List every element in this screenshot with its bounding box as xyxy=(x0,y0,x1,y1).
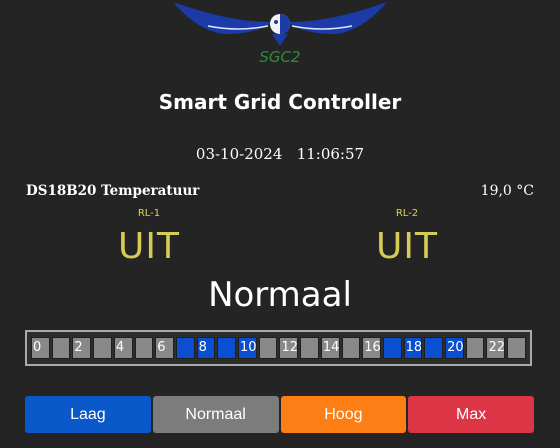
hour-slot[interactable] xyxy=(424,337,444,359)
hour-slot[interactable] xyxy=(134,337,154,359)
temperature-label: DS18B20 Temperatuur xyxy=(26,183,200,199)
hour-slot[interactable]: 6 xyxy=(155,337,174,359)
hoog-button[interactable]: Hoog xyxy=(280,396,407,433)
hour-slot[interactable] xyxy=(217,337,237,359)
relay-1-state: UIT xyxy=(118,226,180,267)
hour-slot[interactable] xyxy=(507,337,526,359)
hour-schedule-bar: 0 2 4 6 8 10 12 14 16 18 20 22 xyxy=(25,330,532,366)
temperature-value: 19,0 °C xyxy=(480,183,534,199)
hour-slot[interactable]: 20 xyxy=(445,337,464,359)
hour-slot[interactable]: 12 xyxy=(279,337,299,359)
relay-2-label: RL-2 xyxy=(395,208,419,219)
hour-slot[interactable] xyxy=(382,337,402,359)
hour-slot[interactable]: 10 xyxy=(238,337,257,359)
hour-slot[interactable] xyxy=(51,337,71,359)
eagle-logo-icon xyxy=(173,2,387,46)
time-text: 11:06:57 xyxy=(296,145,365,163)
page: SGC2 Smart Grid Controller 03-10-2024 11… xyxy=(0,0,560,448)
relay-1-label: RL-1 xyxy=(137,208,161,219)
hour-slot[interactable]: 0 xyxy=(31,337,50,359)
hour-slot[interactable] xyxy=(341,337,361,359)
normaal-button[interactable]: Normaal xyxy=(152,396,279,433)
hour-slot[interactable] xyxy=(465,337,485,359)
datetime-display: 03-10-2024 11:06:57 xyxy=(0,145,560,163)
date-text: 03-10-2024 xyxy=(195,145,283,163)
hour-slot[interactable]: 2 xyxy=(72,337,92,359)
hour-slot[interactable]: 22 xyxy=(486,337,506,359)
hour-slot[interactable] xyxy=(93,337,112,359)
hour-slot[interactable] xyxy=(175,337,195,359)
relay-2-state: UIT xyxy=(376,226,438,267)
max-button[interactable]: Max xyxy=(408,396,534,433)
hour-slot[interactable]: 18 xyxy=(403,337,423,359)
hour-slot[interactable]: 16 xyxy=(362,337,381,359)
hour-slot[interactable] xyxy=(258,337,278,359)
laag-button[interactable]: Laag xyxy=(25,396,151,433)
hour-slot[interactable]: 4 xyxy=(113,337,133,359)
mode-button-group: Laag Normaal Hoog Max xyxy=(25,396,534,433)
hour-slot[interactable] xyxy=(300,337,319,359)
logo-text: SGC2 xyxy=(259,48,301,66)
logo: SGC2 xyxy=(168,0,392,70)
page-title: Smart Grid Controller xyxy=(158,90,402,114)
hour-slot[interactable]: 8 xyxy=(196,337,216,359)
current-mode: Normaal xyxy=(208,275,352,315)
hour-slot[interactable]: 14 xyxy=(320,337,340,359)
